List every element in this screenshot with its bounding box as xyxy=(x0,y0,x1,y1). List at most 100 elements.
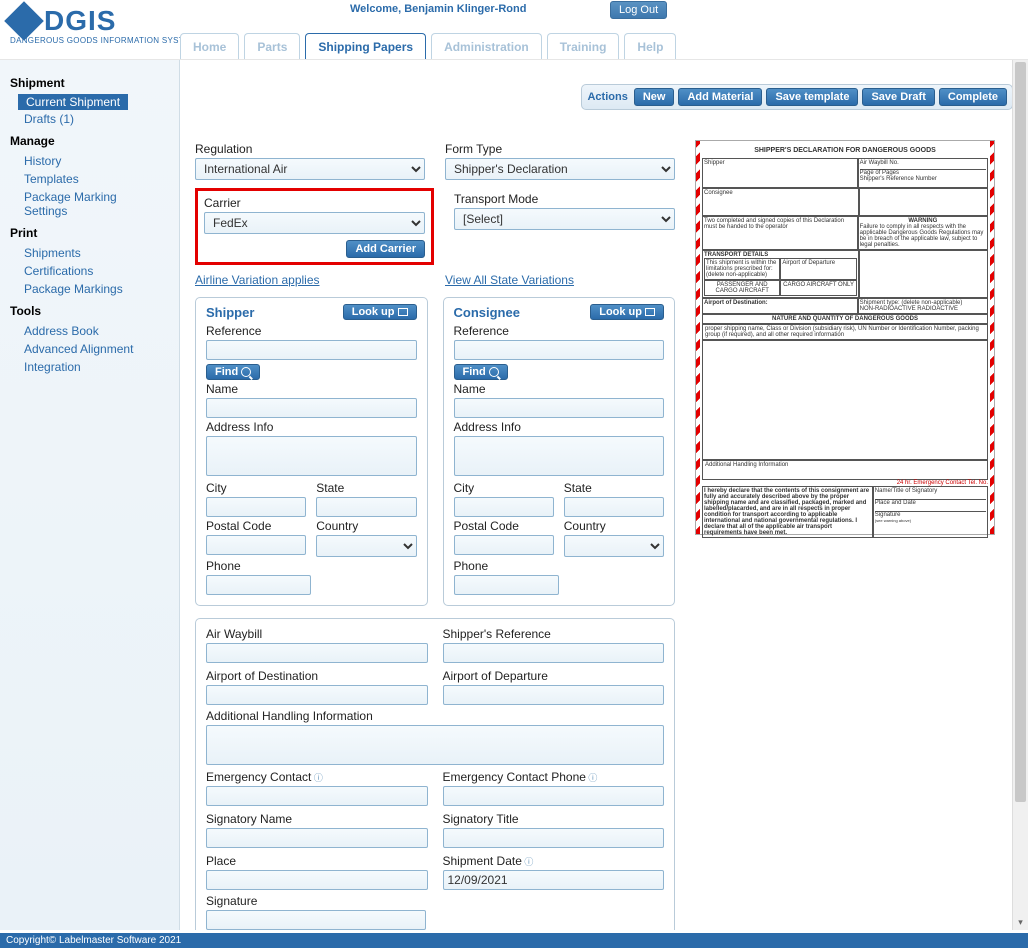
preview-awb: Air Waybill No. xyxy=(860,160,986,170)
shipper-name-input[interactable] xyxy=(206,398,417,418)
consignee-postal-input[interactable] xyxy=(454,535,554,555)
shipper-country-select[interactable] xyxy=(316,535,416,557)
sidebar-item-integration[interactable]: Integration xyxy=(10,358,179,376)
sig-title-label: Signatory Title xyxy=(443,812,665,826)
shipper-city-label: City xyxy=(206,481,306,495)
hazard-stripe-right xyxy=(990,141,994,534)
logout-button[interactable]: Log Out xyxy=(610,1,667,19)
add-carrier-button[interactable]: Add Carrier xyxy=(346,240,425,258)
new-button[interactable]: New xyxy=(634,88,675,106)
preview-title: SHIPPER'S DECLARATION FOR DANGEROUS GOOD… xyxy=(702,147,988,154)
form-type-select[interactable]: Shipper's Declaration xyxy=(445,158,675,180)
consignee-country-select[interactable] xyxy=(564,535,664,557)
carrier-select[interactable]: FedEx xyxy=(204,212,425,234)
sidebar-item-drafts[interactable]: Drafts (1) xyxy=(10,110,179,128)
preview-nature: NATURE AND QUANTITY OF DANGEROUS GOODS xyxy=(705,316,985,322)
tab-help[interactable]: Help xyxy=(624,33,676,59)
shipper-lookup-button[interactable]: Look up xyxy=(343,304,417,320)
lookup-icon xyxy=(645,308,655,316)
consignee-state-label: State xyxy=(564,481,664,495)
airport-dest-input[interactable] xyxy=(206,685,428,705)
shipper-country-label: Country xyxy=(316,519,416,533)
form-preview: SHIPPER'S DECLARATION FOR DANGEROUS GOOD… xyxy=(695,140,995,535)
sidebar-item-address-book[interactable]: Address Book xyxy=(10,322,179,340)
sidebar-item-shipments[interactable]: Shipments xyxy=(10,244,179,262)
preview-warning-t: Failure to comply in all respects with t… xyxy=(860,224,986,248)
preview-sigwarn: (see warning above) xyxy=(875,518,986,523)
scroll-down-icon[interactable]: ▾ xyxy=(1013,914,1028,930)
emerg-contact-input[interactable] xyxy=(206,786,428,806)
place-input[interactable] xyxy=(206,870,428,890)
shippers-ref-input[interactable] xyxy=(443,643,665,663)
complete-button[interactable]: Complete xyxy=(939,88,1007,106)
shipment-details-panel: Air Waybill Shipper's Reference Airport … xyxy=(195,618,675,930)
tab-shipping-papers[interactable]: Shipping Papers xyxy=(305,33,426,59)
logo-icon xyxy=(4,1,44,41)
preview-cao: CARGO AIRCRAFT ONLY xyxy=(780,280,856,296)
sidebar-item-certifications[interactable]: Certifications xyxy=(10,262,179,280)
scrollbar[interactable]: ▾ xyxy=(1012,60,1028,930)
shipper-phone-input[interactable] xyxy=(206,575,311,595)
consignee-city-label: City xyxy=(454,481,554,495)
shipper-address-input[interactable] xyxy=(206,436,417,476)
tab-administration[interactable]: Administration xyxy=(431,33,542,59)
sig-name-input[interactable] xyxy=(206,828,428,848)
consignee-name-input[interactable] xyxy=(454,398,665,418)
shipper-panel: Shipper Look up Reference Find Name Addr… xyxy=(195,297,428,606)
consignee-address-input[interactable] xyxy=(454,436,665,476)
shipper-postal-input[interactable] xyxy=(206,535,306,555)
form-type-label: Form Type xyxy=(445,142,675,156)
consignee-panel: Consignee Look up Reference Find Name Ad… xyxy=(443,297,676,606)
transport-mode-select[interactable]: [Select] xyxy=(454,208,675,230)
shipper-city-input[interactable] xyxy=(206,497,306,517)
state-variations-link[interactable]: View All State Variations xyxy=(445,273,574,287)
sig-title-input[interactable] xyxy=(443,828,665,848)
scrollbar-thumb[interactable] xyxy=(1015,62,1026,802)
tab-training[interactable]: Training xyxy=(547,33,620,59)
consignee-address-label: Address Info xyxy=(454,420,665,434)
shipper-find-button[interactable]: Find xyxy=(206,364,260,380)
sidebar-heading-manage: Manage xyxy=(10,134,179,148)
sidebar-heading-tools: Tools xyxy=(10,304,179,318)
consignee-lookup-button[interactable]: Look up xyxy=(590,304,664,320)
main-content: Actions New Add Material Save template S… xyxy=(180,60,1028,930)
shipment-date-input[interactable] xyxy=(443,870,665,890)
regulation-select[interactable]: International Air xyxy=(195,158,425,180)
welcome-text: Welcome, Benjamin Klinger-Rond xyxy=(350,3,526,15)
shipper-state-input[interactable] xyxy=(316,497,416,517)
consignee-state-input[interactable] xyxy=(564,497,664,517)
consignee-title: Consignee xyxy=(454,305,520,320)
preview-copies: Two completed and signed copies of this … xyxy=(702,216,858,250)
preview-shipper-box: Shipper xyxy=(702,158,858,188)
signature-input[interactable] xyxy=(206,910,426,930)
sidebar-item-package-markings[interactable]: Package Markings xyxy=(10,280,179,298)
airline-variation-link[interactable]: Airline Variation applies xyxy=(195,273,320,287)
consignee-city-input[interactable] xyxy=(454,497,554,517)
airport-dep-input[interactable] xyxy=(443,685,665,705)
tab-home[interactable]: Home xyxy=(180,33,239,59)
sidebar-item-package-marking-settings[interactable]: Package Marking Settings xyxy=(10,188,150,220)
header: DGIS DANGEROUS GOODS INFORMATION SYSTEM … xyxy=(0,0,1028,60)
tab-parts[interactable]: Parts xyxy=(244,33,300,59)
save-draft-button[interactable]: Save Draft xyxy=(862,88,934,106)
sidebar-item-advanced-alignment[interactable]: Advanced Alignment xyxy=(10,340,179,358)
lookup-icon xyxy=(398,308,408,316)
preview-placedate: Place and Date xyxy=(875,500,986,512)
save-template-button[interactable]: Save template xyxy=(766,88,858,106)
add-material-button[interactable]: Add Material xyxy=(678,88,762,106)
consignee-reference-input[interactable] xyxy=(454,340,665,360)
air-waybill-input[interactable] xyxy=(206,643,428,663)
addl-handling-input[interactable] xyxy=(206,725,664,765)
sidebar-item-templates[interactable]: Templates xyxy=(10,170,179,188)
consignee-find-button[interactable]: Find xyxy=(454,364,508,380)
emerg-phone-input[interactable] xyxy=(443,786,665,806)
shipper-reference-input[interactable] xyxy=(206,340,417,360)
consignee-phone-input[interactable] xyxy=(454,575,559,595)
airport-dep-label: Airport of Departure xyxy=(443,669,665,683)
logo-text: DGIS xyxy=(44,5,116,37)
shippers-ref-label: Shipper's Reference xyxy=(443,627,665,641)
sidebar-item-current-shipment[interactable]: Current Shipment xyxy=(18,94,128,110)
sidebar-item-history[interactable]: History xyxy=(10,152,179,170)
shipper-reference-label: Reference xyxy=(206,324,417,338)
consignee-postal-label: Postal Code xyxy=(454,519,554,533)
